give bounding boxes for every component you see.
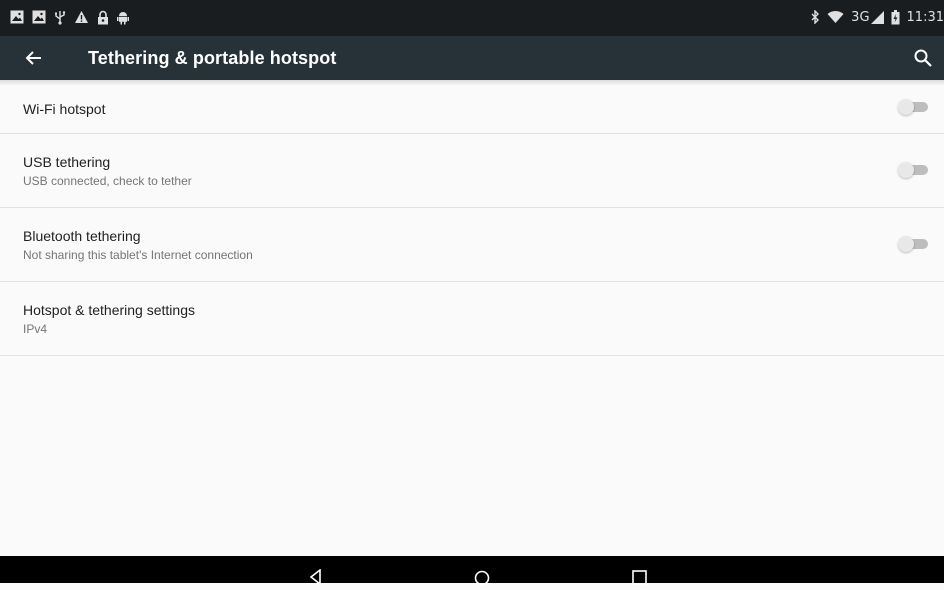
- arrow-back-icon[interactable]: [24, 48, 44, 68]
- search-icon[interactable]: [912, 47, 934, 69]
- usb-tethering-summary: USB connected, check to tether: [23, 174, 192, 188]
- usb-icon: [54, 10, 66, 25]
- bluetooth-icon: [810, 10, 820, 24]
- wifi-hotspot-title: Wi-Fi hotspot: [23, 101, 106, 117]
- wifi-icon: [827, 10, 844, 24]
- page-title: Tethering & portable hotspot: [88, 48, 337, 68]
- navigation-bar: [0, 556, 944, 586]
- image-notification-icon: [10, 10, 24, 24]
- cell-signal-icon: [870, 10, 884, 24]
- app-bar: Tethering & portable hotspot: [0, 36, 944, 80]
- network-type-label: 3G: [851, 9, 870, 25]
- image-notification-icon: [32, 10, 46, 24]
- hotspot-settings-title: Hotspot & tethering settings: [23, 302, 195, 318]
- usb-tethering-switch[interactable]: [898, 162, 928, 178]
- status-bar: 3G 11:31: [0, 0, 944, 36]
- bluetooth-tethering-item[interactable]: Bluetooth tethering Not sharing this tab…: [0, 208, 944, 282]
- hotspot-tethering-settings-item[interactable]: Hotspot & tethering settings IPv4: [0, 282, 944, 356]
- warning-icon: [74, 10, 89, 24]
- clock: 11:31: [906, 9, 944, 25]
- wifi-hotspot-item[interactable]: Wi-Fi hotspot: [0, 80, 944, 134]
- switch-thumb: [898, 99, 914, 115]
- lock-icon: [97, 10, 109, 25]
- bluetooth-tethering-title: Bluetooth tethering: [23, 228, 141, 244]
- hotspot-settings-summary: IPv4: [23, 322, 48, 336]
- bluetooth-tethering-switch[interactable]: [898, 236, 928, 252]
- switch-thumb: [898, 236, 914, 252]
- android-debug-icon: [117, 10, 129, 25]
- system-icons: 3G 11:31: [810, 6, 944, 28]
- usb-tethering-title: USB tethering: [23, 154, 111, 170]
- battery-icon: [891, 9, 900, 25]
- usb-tethering-item[interactable]: USB tethering USB connected, check to te…: [0, 134, 944, 208]
- settings-list: Wi-Fi hotspot USB tethering USB connecte…: [0, 80, 944, 356]
- wifi-hotspot-switch[interactable]: [898, 99, 928, 115]
- bluetooth-tethering-summary: Not sharing this tablet's Internet conne…: [23, 248, 253, 262]
- switch-thumb: [898, 162, 914, 178]
- notification-icons: [10, 6, 129, 28]
